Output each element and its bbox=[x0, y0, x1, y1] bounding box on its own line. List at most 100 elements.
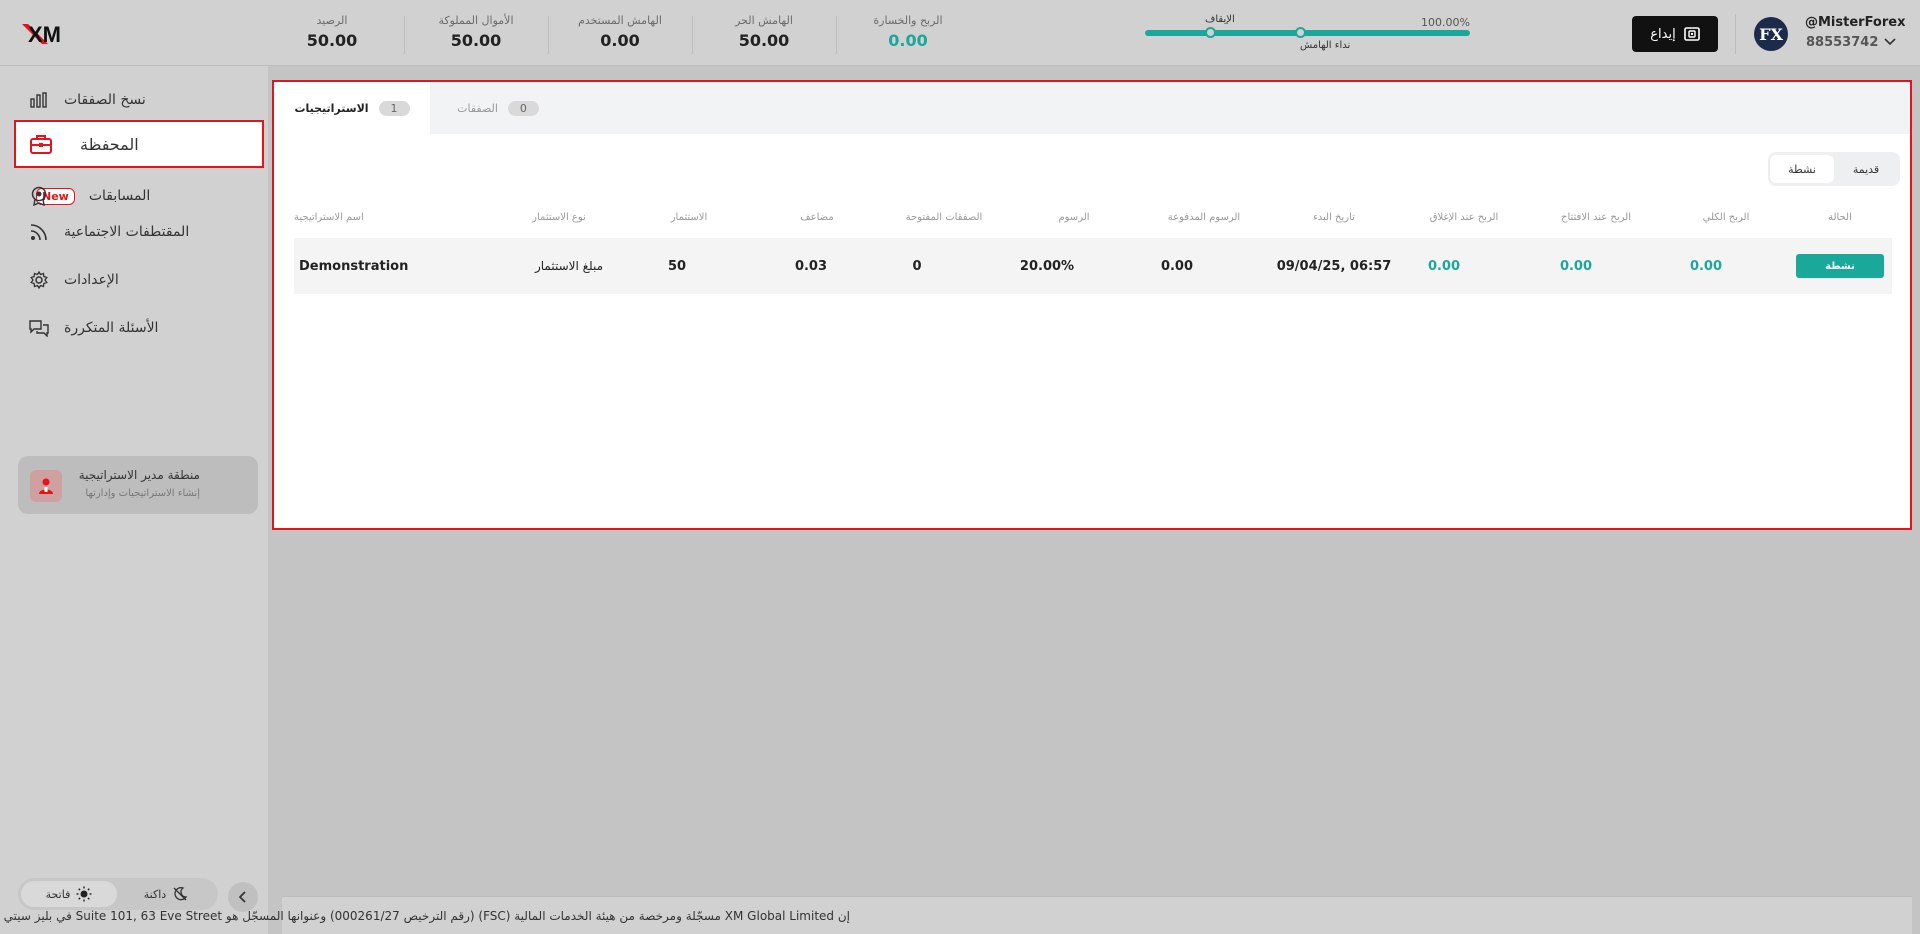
sidebar: نسخ الصفقات المحفظة المسابقات New المقتط… bbox=[0, 66, 268, 934]
column-header-name: اسم الاستراتيجية bbox=[294, 212, 364, 223]
pnl-stat: الربح والخسارة 0.00 bbox=[836, 14, 980, 50]
total-profit-value: 0.00 bbox=[1689, 259, 1723, 274]
strategy-manager-card[interactable]: منطقة مدير الاستراتيجية إنشاء الاستراتيج… bbox=[18, 456, 258, 514]
sidebar-item-settings[interactable]: الإعدادات bbox=[14, 256, 264, 304]
sidebar-item-label: الأسئلة المتكررة bbox=[64, 320, 159, 336]
used-margin-value: 0.00 bbox=[600, 31, 640, 50]
investment-type: مبلغ الاستثمار bbox=[534, 259, 604, 273]
stop-out-label: الإيقاف bbox=[1205, 14, 1235, 25]
column-header-closed-profit: الربح عند الإغلاق bbox=[1429, 212, 1499, 223]
account-number[interactable]: 88553742 bbox=[1806, 35, 1878, 50]
sidebar-item-faq[interactable]: الأسئلة المتكررة bbox=[14, 304, 264, 352]
footer: إن XM Global Limited مسجّلة ومرخصة من هي… bbox=[0, 896, 1912, 934]
portfolio-tabs: 1 الاستراتيجيات 0 الصفقات bbox=[274, 82, 1910, 134]
filter-active[interactable]: نشطة bbox=[1770, 155, 1834, 183]
tab-count: 1 bbox=[378, 100, 410, 116]
deposit-button[interactable]: إيداع bbox=[1632, 16, 1718, 52]
column-header-total-profit: الربح الكلي bbox=[1702, 212, 1750, 223]
deposit-label: إيداع bbox=[1650, 26, 1676, 42]
portfolio-panel: 1 الاستراتيجيات 0 الصفقات قديمة نشطة اسم… bbox=[272, 80, 1912, 530]
gear-icon bbox=[28, 269, 50, 291]
column-header-investment: الاستثمار bbox=[670, 212, 708, 223]
promo-subtitle: إنشاء الاستراتيجيات وإدارتها bbox=[85, 488, 200, 499]
closed-profit-value: 0.00 bbox=[1427, 259, 1461, 274]
margin-level-bar: الإيقاف 100.00% نداء الهامش bbox=[1145, 12, 1470, 56]
divider bbox=[1735, 14, 1736, 54]
status-filter: قديمة نشطة bbox=[1768, 152, 1900, 186]
column-header-status: الحالة bbox=[1828, 212, 1852, 223]
column-header-open-trades: الصفقات المفتوحة bbox=[905, 212, 983, 223]
moon-off-icon bbox=[173, 887, 188, 901]
investment-value: 50 bbox=[667, 259, 687, 274]
multiplier-value: 0.03 bbox=[794, 259, 828, 274]
chevron-down-icon[interactable] bbox=[1884, 38, 1896, 46]
sidebar-item-label: نسخ الصفقات bbox=[64, 92, 146, 108]
avatar[interactable]: FX bbox=[1754, 17, 1788, 51]
light-theme-option[interactable]: فاتحة bbox=[21, 881, 117, 907]
briefcase-icon bbox=[30, 133, 52, 155]
fees-value: 20.00% bbox=[1019, 259, 1075, 274]
free-margin-label: الهامش الحر bbox=[735, 14, 793, 27]
column-header-start-date: تاريخ البدء bbox=[1313, 212, 1355, 223]
free-margin-value: 50.00 bbox=[738, 31, 790, 50]
rss-icon bbox=[28, 221, 50, 243]
bar-chart-icon bbox=[28, 89, 50, 111]
balance-stat: الرصيد 50.00 bbox=[260, 14, 404, 50]
promo-title: منطقة مدير الاستراتيجية bbox=[78, 468, 200, 482]
medal-icon bbox=[164, 185, 186, 207]
tab-label: الصفقات bbox=[457, 101, 498, 115]
column-header-paid-fees: الرسوم المدفوعة bbox=[1167, 212, 1241, 223]
column-header-type: نوع الاستثمار bbox=[532, 212, 586, 223]
tab-label: الاستراتيجيات bbox=[294, 101, 369, 115]
collapse-sidebar-button[interactable] bbox=[228, 882, 258, 912]
username[interactable]: @MisterForex bbox=[1805, 15, 1905, 30]
wallet-icon bbox=[1683, 27, 1700, 41]
chevron-left-icon bbox=[239, 891, 246, 903]
sidebar-item-copy-trading[interactable]: نسخ الصفقات bbox=[14, 76, 264, 124]
svg-text:XM: XM bbox=[28, 22, 61, 47]
margin-track bbox=[1145, 30, 1470, 36]
paid-fees-value: 0.00 bbox=[1160, 259, 1194, 274]
manager-icon bbox=[30, 470, 62, 502]
top-header: XM الرصيد 50.00 الأموال المملوكة 50.00 ا… bbox=[0, 0, 1920, 66]
equity-label: الأموال المملوكة bbox=[438, 14, 514, 27]
sidebar-item-label: المقتطفات الاجتماعية bbox=[64, 224, 190, 240]
column-header-fees: الرسوم bbox=[1058, 212, 1090, 223]
balance-value: 50.00 bbox=[306, 31, 358, 50]
filter-old[interactable]: قديمة bbox=[1834, 155, 1898, 183]
dark-theme-label: داكنة bbox=[143, 887, 167, 901]
tab-strategies[interactable]: 1 الاستراتيجيات bbox=[274, 82, 430, 134]
theme-switch: داكنة فاتحة bbox=[18, 878, 218, 910]
stop-out-marker bbox=[1205, 27, 1216, 38]
strategy-name[interactable]: Demonstration bbox=[299, 259, 499, 274]
open-trades-value: 0 bbox=[912, 259, 922, 274]
xm-logo[interactable]: XM bbox=[20, 18, 76, 48]
column-header-open-profit: الربح عند الافتتاح bbox=[1561, 212, 1631, 223]
margin-percent: 100.00% bbox=[1421, 16, 1470, 29]
used-margin-stat: الهامش المستخدم 0.00 bbox=[548, 14, 692, 50]
medal-icon bbox=[31, 186, 47, 206]
sidebar-item-social-feed[interactable]: المقتطفات الاجتماعية bbox=[14, 208, 264, 256]
tab-count: 0 bbox=[507, 100, 539, 116]
balance-label: الرصيد bbox=[316, 14, 348, 27]
pnl-value: 0.00 bbox=[888, 31, 928, 50]
free-margin-stat: الهامش الحر 50.00 bbox=[692, 14, 836, 50]
margin-call-label: نداء الهامش bbox=[1300, 40, 1351, 51]
sidebar-item-label: الإعدادات bbox=[64, 272, 119, 288]
chat-icon bbox=[28, 317, 50, 339]
light-theme-label: فاتحة bbox=[45, 887, 71, 901]
tab-trades[interactable]: 0 الصفقات bbox=[430, 82, 566, 134]
equity-value: 50.00 bbox=[450, 31, 502, 50]
dark-theme-option[interactable]: داكنة bbox=[118, 881, 214, 907]
regulatory-disclaimer: إن XM Global Limited مسجّلة ومرخصة من هي… bbox=[0, 909, 850, 923]
sidebar-item-label: المسابقات bbox=[88, 188, 151, 204]
sun-icon bbox=[76, 886, 92, 902]
margin-call-marker bbox=[1295, 27, 1306, 38]
status-badge: نشطة bbox=[1796, 254, 1884, 278]
equity-stat: الأموال المملوكة 50.00 bbox=[404, 14, 548, 50]
sidebar-item-portfolio[interactable]: المحفظة bbox=[14, 120, 264, 168]
sidebar-item-label: المحفظة bbox=[80, 134, 139, 154]
open-profit-value: 0.00 bbox=[1559, 259, 1593, 274]
column-header-multiplier: مضاعف bbox=[800, 212, 834, 223]
used-margin-label: الهامش المستخدم bbox=[578, 14, 662, 27]
